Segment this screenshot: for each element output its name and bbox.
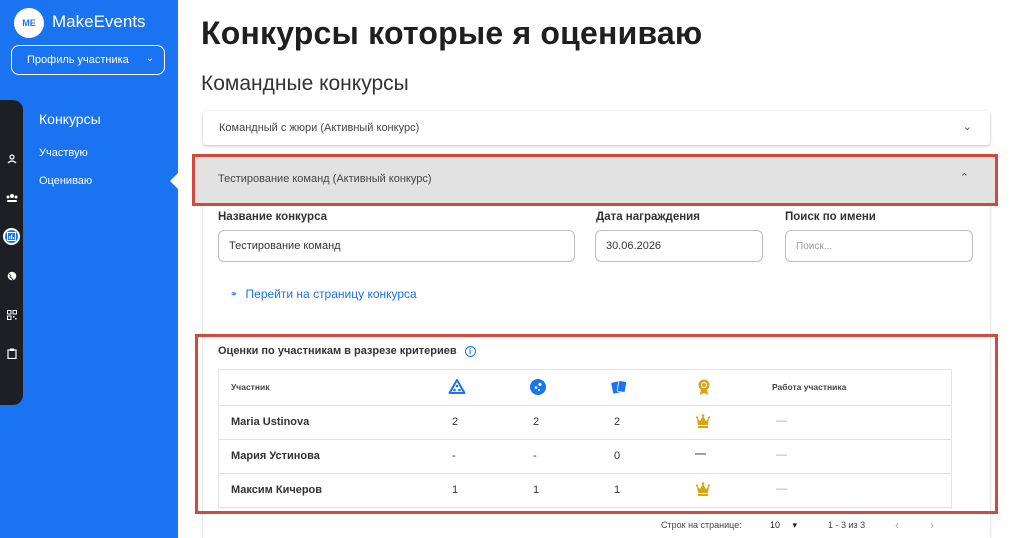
accordion-team-jury[interactable]: Командный с жюри (Активный конкурс) ⌄ [203,111,990,145]
sidebar-item-participating[interactable]: Участвую [39,147,88,159]
profile-select[interactable]: Профиль участника ⌄ [11,45,165,75]
accordion-label: Командный с жюри (Активный конкурс) [219,122,420,134]
active-item-indicator [170,172,179,190]
section-title: Командные конкурсы [201,72,409,95]
contest-name-label: Название конкурса [218,211,328,223]
link-icon: ⚭ [230,288,238,299]
contest-page-link[interactable]: ⚭ Перейти на страницу конкурса [230,287,417,301]
rows-per-page-label: Строк на странице: [661,520,742,530]
contest-page-link-text: Перейти на страницу конкурса [245,287,417,301]
clipboard-icon[interactable] [3,345,20,362]
qr-code-icon[interactable] [3,306,20,323]
sidebar: ME MakeEvents Профиль участника ⌄ Конкур… [0,0,179,538]
page-range: 1 - 3 из 3 [828,520,866,530]
logo-text: MakeEvents [52,12,146,31]
rows-per-page-value: 10 [770,520,781,530]
chevron-down-icon: ⌄ [145,53,154,64]
highlight-frame [192,154,998,206]
chart-icon[interactable] [3,228,20,245]
contest-name-field[interactable]: Тестирование команд [218,230,575,262]
caret-down-icon: ▾ [792,520,798,530]
chevron-down-icon: ⌄ [962,121,972,133]
logo-badge: ME [14,8,44,38]
globe-icon[interactable] [3,267,20,284]
rows-per-page-select[interactable]: 10 ▾ [770,520,797,531]
page-title: Конкурсы которые я оцениваю [201,15,703,51]
next-page-button[interactable]: › [930,518,934,532]
prev-page-button[interactable]: ‹ [895,518,899,532]
icon-rail [0,100,23,405]
sidebar-item-evaluating[interactable]: Оцениваю [39,175,92,187]
search-input[interactable]: Поиск... [785,230,973,262]
search-name-label: Поиск по имени [785,211,876,223]
group-icon[interactable] [3,189,20,206]
award-date-field[interactable]: 30.06.2026 [595,230,763,262]
user-icon[interactable] [3,150,20,167]
award-date-label: Дата награждения [596,211,700,223]
highlight-frame [195,334,998,514]
profile-select-label: Профиль участника [27,54,129,66]
sidebar-section-contests[interactable]: Конкурсы [39,111,101,127]
